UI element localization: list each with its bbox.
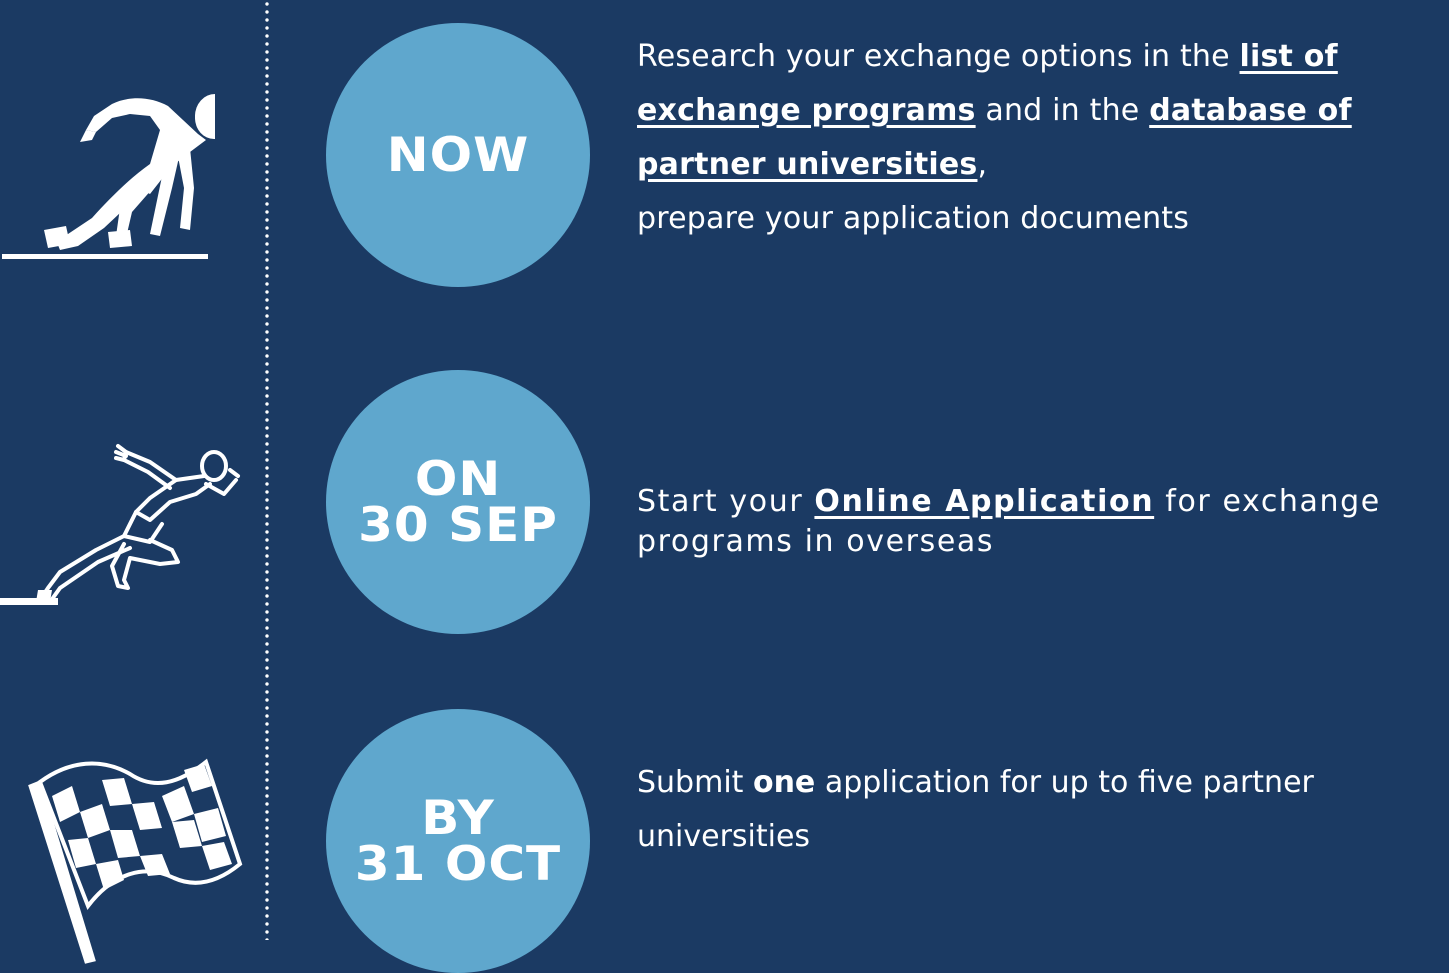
step-1-middle-text: and in the bbox=[975, 93, 1150, 128]
step-1-tail-text: prepare your application documents bbox=[637, 201, 1190, 236]
circle-label-line1: ON bbox=[414, 451, 502, 507]
timeline-dotted-line bbox=[265, 0, 269, 940]
circle-label-line1: NOW bbox=[386, 127, 530, 183]
step-1-description: Research your exchange options in the li… bbox=[637, 30, 1437, 246]
sprinting-runner-icon bbox=[0, 444, 240, 605]
step-1-intro-text: Research your exchange options in the bbox=[637, 39, 1240, 74]
online-application-link[interactable]: Online Application bbox=[814, 484, 1154, 519]
step-3-before-text: Submit bbox=[637, 765, 753, 800]
step-3-description: Submit one application for up to five pa… bbox=[637, 756, 1417, 864]
step-2-description: Start your Online Application for exchan… bbox=[637, 482, 1437, 562]
timeline-circle-now: NOW bbox=[326, 23, 590, 287]
circle-label-line2: 31 OCT bbox=[354, 836, 562, 892]
step-3-emphasis-one: one bbox=[752, 765, 816, 800]
crouch-start-runner-icon bbox=[2, 94, 215, 259]
step-2-before-text: Start your bbox=[637, 484, 815, 519]
timeline-circle-on-30-sep: ON 30 SEP bbox=[326, 370, 590, 634]
circle-label-line2: 30 SEP bbox=[358, 497, 558, 553]
step-1-comma: , bbox=[977, 147, 988, 182]
circle-label-line1: BY bbox=[421, 790, 495, 846]
timeline-circle-by-31-oct: BY 31 OCT bbox=[326, 709, 590, 973]
checkered-flag-icon bbox=[28, 758, 243, 964]
